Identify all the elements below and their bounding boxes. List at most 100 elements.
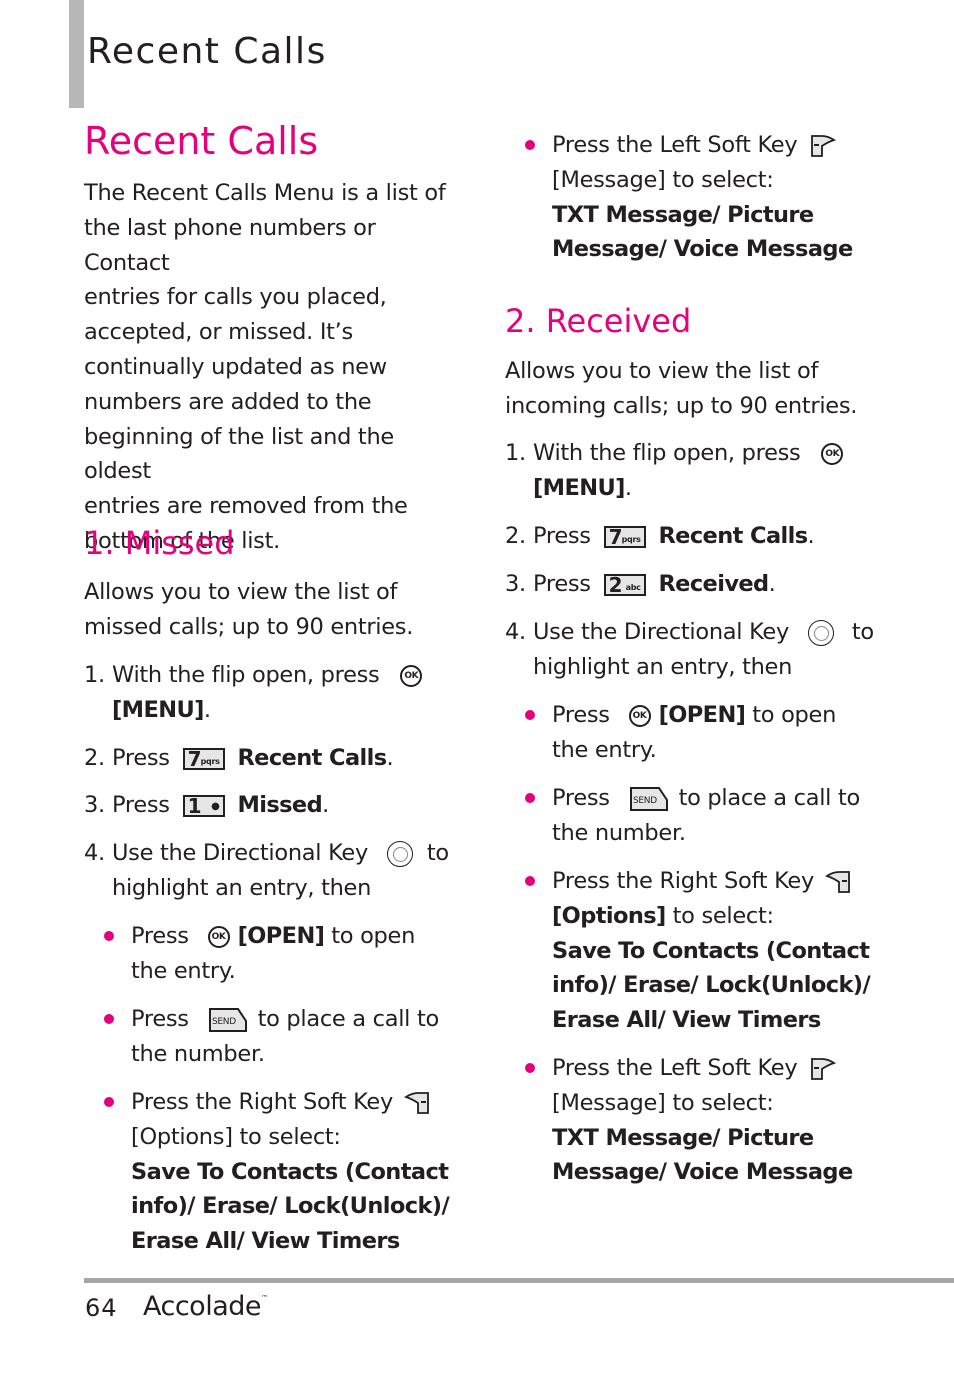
bullet-text: Press (552, 785, 610, 811)
trademark: ™ (261, 1294, 268, 1302)
missed-bullet-open: Press OK [OPEN] to open the entry. (104, 919, 416, 989)
recent-calls-label: Recent Calls (658, 523, 808, 549)
key-letters: abc (625, 582, 641, 592)
step-text: Use the Directional Key (112, 840, 368, 866)
2-key-icon: 2 abc (603, 573, 646, 596)
received-heading: 2. Received (505, 302, 692, 340)
page-number: 64 (85, 1294, 118, 1322)
send-key-icon: SEND (208, 1007, 248, 1033)
options-list: info)/ Erase/ Lock(Unlock)/ (131, 1193, 450, 1220)
ok-key-icon: OK (400, 664, 423, 687)
section-header-title: Recent Calls (87, 31, 327, 72)
bullet-text: the number. (131, 1040, 265, 1067)
ok-key-icon: OK (628, 704, 651, 727)
bullet-text: Press the Left Soft Key (552, 1055, 798, 1081)
missed-step-1: 1. With the flip open, press OK [MENU]. (84, 658, 428, 728)
step-text: . (386, 745, 394, 771)
desc-line: missed calls; up to 90 entries. (84, 613, 414, 640)
key-letters: pqrs (200, 756, 220, 766)
received-step-3: 3. Press 2 abc Received. (505, 567, 776, 602)
step-number: 4. (84, 840, 105, 866)
bullet-text: Press the Right Soft Key (131, 1089, 393, 1115)
step-number: 2. (84, 745, 105, 771)
options-list: Erase All/ View Timers (552, 1007, 821, 1034)
step-text: Press (533, 523, 591, 549)
bullet-text: Press the Right Soft Key (552, 868, 814, 894)
bullet-dot (525, 1063, 535, 1073)
step-number: 1. (84, 662, 105, 688)
intro-paragraph: The Recent Calls Menu is a list of the l… (84, 176, 454, 559)
menu-label: [MENU] (533, 474, 625, 501)
step-text: to (426, 840, 449, 866)
bullet-dot (525, 793, 535, 803)
bullet-text: the entry. (552, 736, 657, 763)
7-key-icon: 7 pqrs (182, 747, 225, 770)
missed-step-4: 4. Use the Directional Key to highlight a… (84, 836, 464, 906)
step-number: 4. (505, 619, 526, 645)
missed-bullet-send: Press SEND to place a call to the number… (104, 1002, 439, 1072)
header-bar (69, 0, 84, 108)
intro-line: The Recent Calls Menu is a list of (84, 180, 446, 206)
message-options: TXT Message/ Picture (552, 201, 814, 228)
bullet-dot (104, 1097, 114, 1107)
page-title: Recent Calls (84, 119, 319, 163)
bullet-text: to place a call to (678, 785, 861, 811)
bullet-text: Press (552, 702, 610, 728)
received-step-1: 1. With the flip open, press OK [MENU]. (505, 436, 849, 506)
step-text: Press (533, 571, 591, 597)
left-soft-key-icon (810, 134, 837, 158)
desc-line: Allows you to view the list of (505, 358, 819, 384)
bullet-dot (525, 876, 535, 886)
step-text: highlight an entry, then (112, 874, 372, 901)
received-bullet-send: Press SEND to place a call to the number… (525, 781, 861, 851)
ok-key-label: OK (632, 710, 647, 721)
right-soft-key-icon (824, 870, 851, 894)
received-bullet-message: Press the Left Soft Key [Message] to sel… (525, 1051, 872, 1190)
send-key-icon: SEND (629, 786, 669, 812)
svg-text:SEND: SEND (212, 1017, 236, 1027)
svg-text:SEND: SEND (633, 796, 657, 806)
key-digit: 1 (187, 793, 202, 818)
step-text: Press (112, 792, 170, 818)
bullet-text: to open (331, 923, 416, 949)
step-text: . (322, 792, 329, 818)
bullet-dot (525, 710, 535, 720)
step-number: 1. (505, 440, 526, 466)
intro-line: numbers are added to the (84, 388, 372, 415)
menu-label: [MENU] (112, 696, 204, 723)
step-text: to (851, 619, 874, 645)
step-text: . (203, 696, 211, 723)
missed-label: Missed (237, 792, 323, 818)
missed-bullet-message: Press the Left Soft Key [Message] to sel… (525, 128, 872, 267)
received-bullet-open: Press OK [OPEN] to open the entry. (525, 698, 836, 768)
options-list: Save To Contacts (Contact (552, 937, 870, 964)
bullet-text: the entry. (131, 957, 236, 984)
desc-line: incoming calls; up to 90 entries. (505, 392, 858, 419)
desc-line: Allows you to view the list of (84, 579, 398, 605)
ok-key-label: OK (825, 448, 840, 459)
ok-key-icon: OK (207, 925, 230, 948)
received-step-4: 4. Use the Directional Key to highlight a… (505, 615, 885, 685)
step-number: 3. (84, 792, 105, 818)
bullet-text: to select: (672, 902, 774, 929)
options-list: info)/ Erase/ Lock(Unlock)/ (552, 972, 871, 999)
intro-line: accepted, or missed. It’s (84, 319, 353, 346)
bullet-dot (525, 140, 535, 150)
1-key-icon: 1 ● (182, 793, 225, 818)
options-label: [Options] (552, 902, 666, 929)
options-list: Save To Contacts (Contact (131, 1158, 449, 1185)
received-description: Allows you to view the list of incoming … (505, 354, 857, 424)
message-options: Message/ Voice Message (552, 236, 853, 263)
open-label: [OPEN] (658, 702, 746, 728)
brand-name: Accolade (143, 1291, 262, 1322)
step-number: 3. (505, 571, 526, 597)
bullet-text: Press the Left Soft Key (552, 132, 798, 158)
intro-line: entries for calls you placed, (84, 284, 387, 311)
bullet-text: [Options] to select: (131, 1123, 341, 1150)
intro-line: continually updated as new (84, 353, 387, 380)
step-text: With the flip open, press (533, 440, 801, 466)
missed-bullet-options: Press the Right Soft Key [Options] to se… (104, 1085, 461, 1259)
step-text: . (807, 523, 815, 549)
step-text: With the flip open, press (112, 662, 380, 688)
intro-line: the last phone numbers or Contact (84, 214, 376, 276)
